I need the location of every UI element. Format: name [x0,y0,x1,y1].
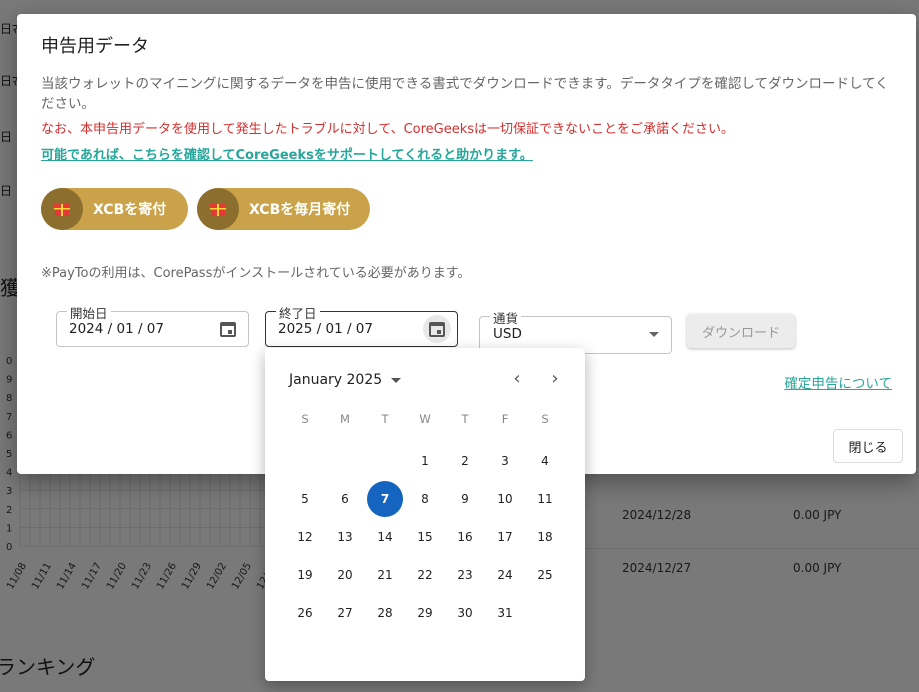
calendar-day[interactable]: 14 [367,519,403,555]
tax-filing-link[interactable]: 確定申告について [784,372,892,392]
calendar-day[interactable]: 31 [487,595,523,631]
calendar-day[interactable]: 10 [487,481,523,517]
picker-month-label[interactable]: January 2025 [289,372,382,388]
chevron-right-icon[interactable]: › [545,369,565,389]
calendar-day[interactable]: 13 [327,519,363,555]
donate-once-label: XCBを寄付 [93,202,167,218]
calendar-day[interactable]: 30 [447,595,483,631]
calendar-day[interactable]: 28 [367,595,403,631]
weekday-header: F [501,412,509,426]
start-date-label: 開始日 [67,303,111,322]
dialog-description: 当該ウォレットのマイニングに関するデータを申告に使用できる書式でダウンロードでき… [41,76,889,112]
end-date-label: 終了日 [276,303,320,322]
end-date-field[interactable]: 終了日 2025 / 01 / 07 [265,303,458,347]
weekday-header: T [461,412,469,426]
calendar-day[interactable]: 15 [407,519,443,555]
donate-monthly-button[interactable]: XCBを毎月寄付 [197,188,371,230]
calendar-day-selected[interactable]: 7 [367,481,403,517]
weekday-header: M [340,412,350,426]
start-date-value[interactable]: 2024 / 01 / 07 [69,321,164,337]
support-link[interactable]: 可能であれば、こちらを確認してCoreGeeksをサポートしてくれると助かります… [41,144,533,163]
calendar-day[interactable]: 5 [287,481,323,517]
calendar-day[interactable]: 18 [527,519,563,555]
calendar-day[interactable]: 2 [447,443,483,479]
weekday-header: T [381,412,389,426]
calendar-icon[interactable] [218,319,238,339]
donate-once-button[interactable]: XCBを寄付 [41,188,189,230]
gift-icon [41,188,83,230]
dialog-disclaimer: なお、本申告用データを使用して発生したトラブルに対して、CoreGeeksは一切… [41,122,735,137]
calendar-day[interactable]: 12 [287,519,323,555]
calendar-day[interactable]: 3 [487,443,523,479]
calendar-day[interactable]: 8 [407,481,443,517]
currency-value: USD [493,326,522,342]
calendar-day[interactable]: 23 [447,557,483,593]
calendar-day[interactable]: 25 [527,557,563,593]
calendar-day[interactable]: 16 [447,519,483,555]
weekday-header: S [541,412,549,426]
calendar-day[interactable]: 29 [407,595,443,631]
calendar-day[interactable]: 6 [327,481,363,517]
download-button[interactable]: ダウンロード [687,314,795,348]
dialog-title: 申告用データ [41,36,149,57]
weekday-header: S [301,412,309,426]
payto-note: ※PayToの利用は、CorePassがインストールされている必要があります。 [41,266,471,281]
calendar-icon[interactable] [423,315,451,343]
currency-label: 通貨 [490,308,522,327]
calendar-day[interactable]: 21 [367,557,403,593]
dropdown-arrow-icon [649,332,659,337]
calendar-day[interactable]: 19 [287,557,323,593]
month-dropdown-icon[interactable] [391,378,401,383]
calendar-day[interactable]: 11 [527,481,563,517]
calendar-day[interactable]: 22 [407,557,443,593]
calendar-day[interactable]: 24 [487,557,523,593]
calendar-day[interactable]: 9 [447,481,483,517]
calendar-day[interactable]: 20 [327,557,363,593]
calendar-day[interactable]: 27 [327,595,363,631]
calendar-day[interactable]: 1 [407,443,443,479]
close-button[interactable]: 閉じる [833,429,903,463]
start-date-field[interactable]: 開始日 2024 / 01 / 07 [56,303,249,347]
donate-monthly-label: XCBを毎月寄付 [249,202,351,218]
date-picker-popup: January 2025 ‹ › S M T W T F S 1 2 3 4 5 6 7 8 9 10 11 12 1… [265,348,585,681]
calendar-day[interactable]: 4 [527,443,563,479]
weekday-header: W [419,412,431,426]
calendar-day[interactable]: 26 [287,595,323,631]
end-date-value[interactable]: 2025 / 01 / 07 [278,321,373,337]
gift-icon [197,188,239,230]
chevron-left-icon[interactable]: ‹ [507,369,527,389]
calendar-day[interactable]: 17 [487,519,523,555]
